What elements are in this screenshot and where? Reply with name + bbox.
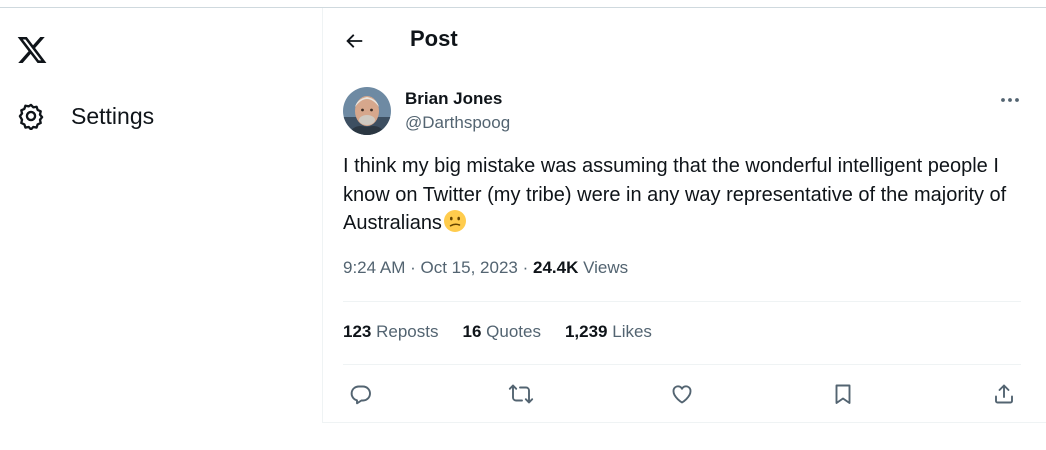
- like-icon: [672, 385, 692, 404]
- post-metadata: 9:24 AM · Oct 15, 2023 · 24.4K Views: [343, 258, 628, 278]
- views-count: 24.4K: [533, 258, 579, 277]
- meta-separator: ·: [522, 258, 529, 277]
- like-button[interactable]: [667, 379, 697, 409]
- x-logo-icon[interactable]: [16, 34, 48, 66]
- quotes-label: Quotes: [486, 322, 541, 341]
- left-sidebar: Settings: [0, 8, 322, 450]
- share-button[interactable]: [989, 379, 1019, 409]
- divider: [343, 364, 1021, 365]
- views-label: Views: [583, 258, 629, 277]
- quotes-count: 16: [462, 322, 482, 341]
- likes-label: Likes: [612, 322, 652, 341]
- page-title: Post: [410, 26, 458, 51]
- bookmark-button[interactable]: [828, 379, 858, 409]
- share-icon: [995, 384, 1013, 404]
- reposts-count: 123: [343, 322, 372, 341]
- arrow-left-icon: [346, 34, 363, 48]
- nav-settings-label: Settings: [71, 102, 155, 129]
- divider: [343, 301, 1021, 302]
- reply-icon: [350, 385, 371, 405]
- quotes-stat[interactable]: 16 Quotes: [462, 322, 540, 342]
- post-actions: [343, 379, 1023, 409]
- reply-button[interactable]: [346, 379, 376, 409]
- post-date[interactable]: Oct 15, 2023: [421, 258, 518, 277]
- avatar[interactable]: [343, 87, 391, 135]
- bookmark-icon: [835, 384, 851, 404]
- likes-stat[interactable]: 1,239 Likes: [565, 322, 652, 342]
- post-time[interactable]: 9:24 AM: [343, 258, 405, 277]
- repost-button[interactable]: [506, 379, 536, 409]
- nav-settings[interactable]: Settings: [16, 96, 256, 136]
- post-text: I think my big mistake was assuming that…: [343, 152, 1033, 242]
- back-button[interactable]: [339, 26, 369, 56]
- gear-icon: [16, 101, 46, 131]
- post-detail-column: Post Brian Jones @Darthspoog I think my …: [322, 8, 1046, 423]
- reposts-label: Reposts: [376, 322, 439, 341]
- more-options-button[interactable]: [997, 90, 1023, 110]
- reposts-stat[interactable]: 123 Reposts: [343, 322, 438, 342]
- author-handle[interactable]: @Darthspoog: [405, 113, 510, 133]
- engagement-stats: 123 Reposts 16 Quotes 1,239 Likes: [343, 322, 676, 342]
- more-icon: [1001, 98, 1019, 102]
- likes-count: 1,239: [564, 322, 608, 341]
- author-name[interactable]: Brian Jones: [405, 89, 502, 109]
- post-header: Post: [323, 8, 1046, 72]
- repost-icon: [508, 384, 534, 404]
- confused-face-emoji-icon: [443, 209, 467, 242]
- meta-separator: ·: [410, 258, 416, 277]
